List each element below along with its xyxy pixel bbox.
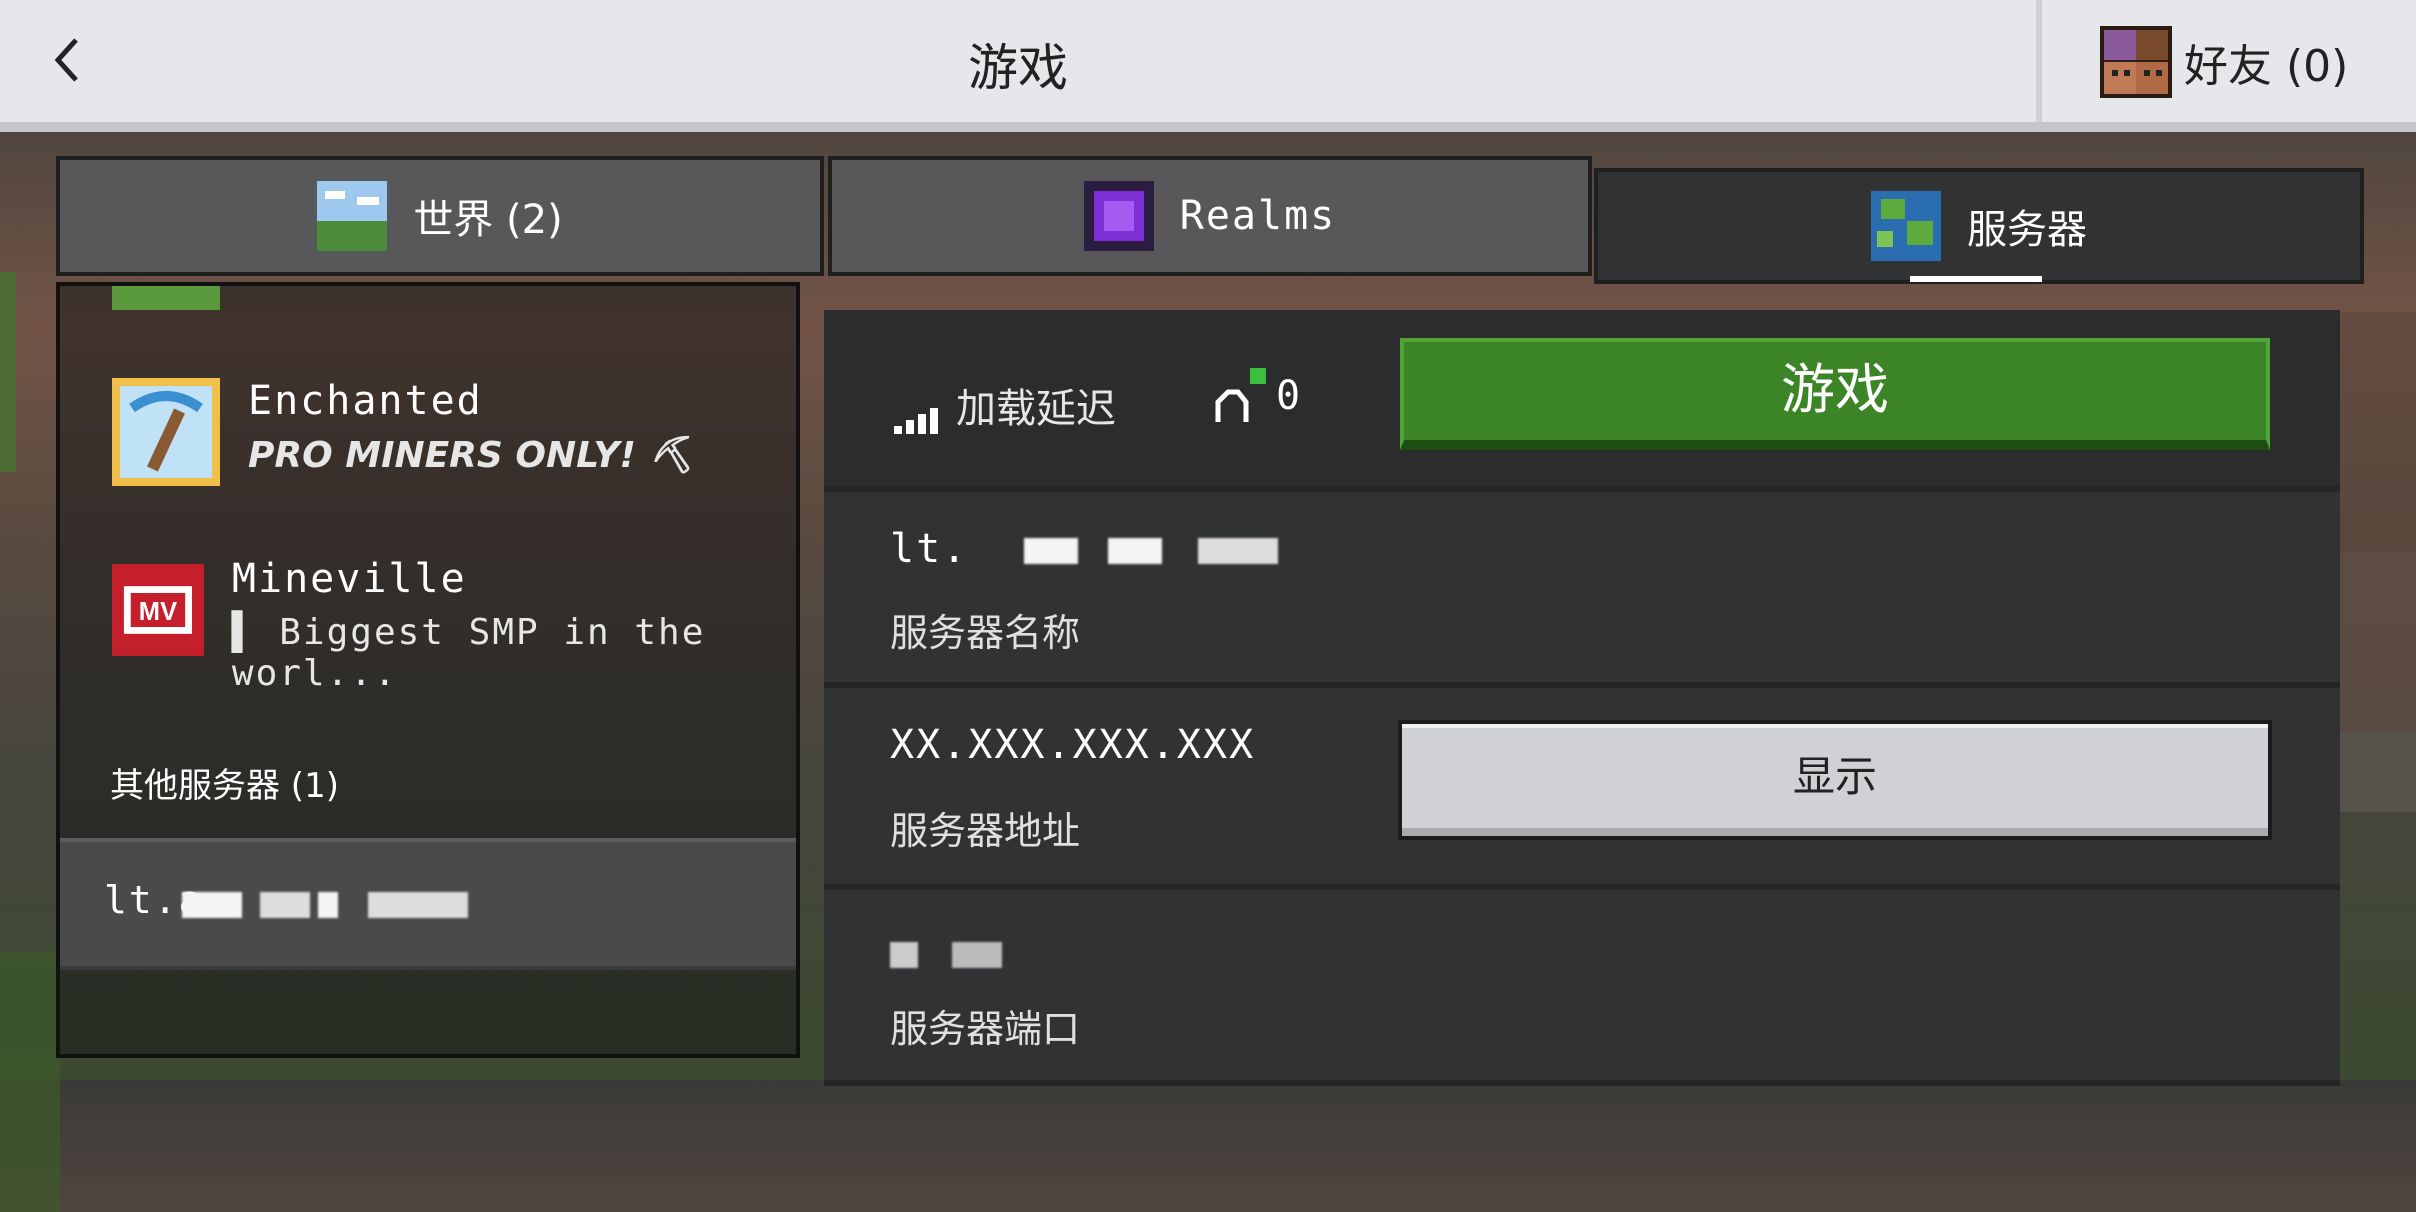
tab-realms[interactable]: Realms bbox=[828, 156, 1592, 276]
other-servers-heading: 其他服务器 (1) bbox=[110, 766, 339, 806]
server-port-row: 服务器端口 bbox=[824, 890, 2340, 1086]
server-name: Enchanted bbox=[248, 378, 483, 424]
player-count-value: 0 bbox=[1276, 373, 1303, 419]
tab-servers-label: 服务器 bbox=[1967, 207, 2087, 253]
active-tab-indicator bbox=[1910, 276, 2042, 282]
server-name-row: lt. 服务器名称 bbox=[824, 492, 2340, 688]
enchanted-pickaxe-icon bbox=[112, 378, 220, 486]
server-name: Mineville bbox=[231, 556, 467, 602]
player-count: 0 bbox=[1208, 366, 1302, 426]
latency-label: 加载延迟 bbox=[956, 386, 1116, 432]
tab-realms-label: Realms bbox=[1179, 193, 1337, 239]
header-divider bbox=[2036, 0, 2042, 122]
tab-worlds-label: 世界 (2) bbox=[413, 197, 563, 243]
world-icon bbox=[317, 181, 388, 251]
server-port-label: 服务器端口 bbox=[890, 1007, 1081, 1051]
latency-indicator: 加载延迟 bbox=[894, 376, 1116, 434]
list-item[interactable]: Enchanted PRO MINERS ONLY! ⛏ bbox=[112, 378, 694, 486]
friends-button[interactable]: 好友 (0) bbox=[2100, 24, 2348, 100]
list-item[interactable]: MV Mineville ▌ Biggest SMP in the worl..… bbox=[112, 556, 796, 694]
server-address-label: 服务器地址 bbox=[890, 809, 1081, 853]
server-list-panel[interactable]: Enchanted PRO MINERS ONLY! ⛏ MV Minevill… bbox=[56, 282, 800, 1058]
globe-icon bbox=[1871, 191, 1941, 261]
server-port-value bbox=[890, 930, 1002, 976]
realms-icon bbox=[1083, 181, 1154, 251]
friends-label: 好友 (0) bbox=[2184, 41, 2349, 92]
page-title: 游戏 bbox=[968, 39, 1068, 97]
server-motd: PRO MINERS ONLY! ⛏ bbox=[248, 435, 695, 476]
server-address-row: XX.XXX.XXX.XXX 服务器地址 显示 bbox=[824, 688, 2340, 890]
server-name-value: lt. bbox=[890, 526, 1279, 572]
signal-bars-icon bbox=[894, 402, 942, 434]
show-address-button[interactable]: 显示 bbox=[1398, 720, 2272, 840]
tab-servers[interactable]: 服务器 bbox=[1594, 168, 2364, 284]
server-name-label: 服务器名称 bbox=[890, 611, 1081, 655]
play-row: 加载延迟 0 游戏 bbox=[824, 310, 2340, 492]
server-motd: ▌ Biggest SMP in the worl... bbox=[231, 612, 706, 694]
svg-text:MV: MV bbox=[139, 598, 177, 626]
friends-avatar-icon bbox=[2100, 26, 2172, 98]
play-button[interactable]: 游戏 bbox=[1400, 338, 2270, 450]
players-icon bbox=[1215, 368, 1266, 422]
redacted-text bbox=[182, 892, 468, 918]
tab-worlds[interactable]: 世界 (2) bbox=[56, 156, 824, 276]
server-address-value: XX.XXX.XXX.XXX bbox=[890, 722, 1256, 768]
mineville-icon: MV bbox=[112, 564, 204, 656]
top-bar: 游戏 好友 (0) bbox=[0, 0, 2416, 132]
server-details-panel: 加载延迟 0 游戏 lt. 服务器名称 XX.XXX.XXX.XXX 服务器地址… bbox=[824, 310, 2340, 1086]
other-server-item[interactable]: lt.a bbox=[60, 838, 796, 970]
server-list-cutoff-item bbox=[112, 286, 220, 310]
